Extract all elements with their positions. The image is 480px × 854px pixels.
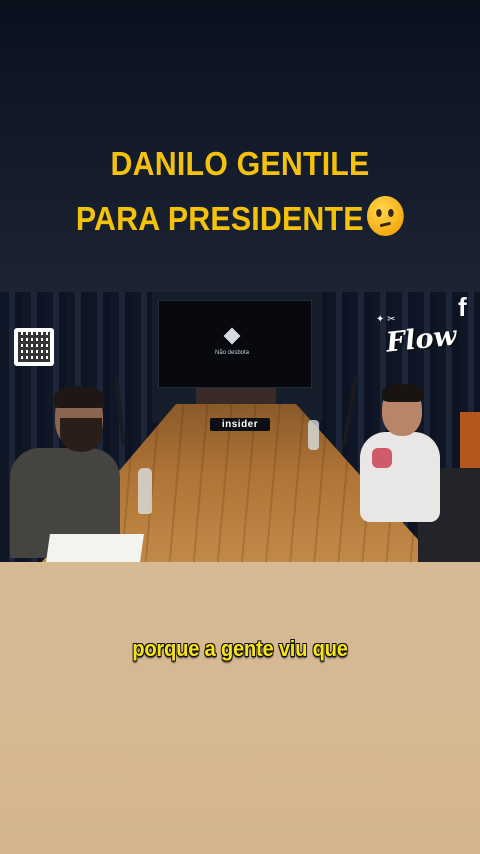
water-bottle-left <box>138 468 152 514</box>
left-host-beard <box>60 418 102 452</box>
right-guest <box>338 384 448 536</box>
thinking-face-icon <box>367 196 405 236</box>
headline-line-2: PARA PRESIDENTE <box>19 191 461 246</box>
sparkle-icon: ✦ ✂ <box>376 314 396 325</box>
headline-line-1: DANILO GENTILE <box>110 145 370 182</box>
tv-caption: Não desbota <box>214 350 250 356</box>
headline: DANILO GENTILE PARA PRESIDENTE <box>19 136 461 246</box>
headline-line-2-text: PARA PRESIDENTE <box>75 200 364 237</box>
video-post-frame: DANILO GENTILE PARA PRESIDENTE Não desbo… <box>0 0 480 854</box>
caption-area <box>0 562 480 854</box>
right-guest-shirt <box>360 432 440 522</box>
subtitle-caption: porque a gente viu que <box>132 636 348 661</box>
left-host-hair <box>54 386 104 408</box>
left-host <box>10 386 130 558</box>
wall-tv <box>158 300 312 388</box>
podcast-video-frame[interactable]: Não desbota insider ✦ ✂ Flow f <box>0 292 480 562</box>
orange-panel <box>460 412 480 468</box>
back-shelf <box>196 388 276 404</box>
right-guest-hair <box>382 384 424 402</box>
qr-code-pattern <box>18 332 50 362</box>
paper-sheet <box>46 534 144 562</box>
water-bottle-right <box>308 420 319 450</box>
shirt-print <box>372 448 392 468</box>
insider-sign: insider <box>210 418 270 431</box>
corner-logo-glyph: f <box>458 292 467 322</box>
